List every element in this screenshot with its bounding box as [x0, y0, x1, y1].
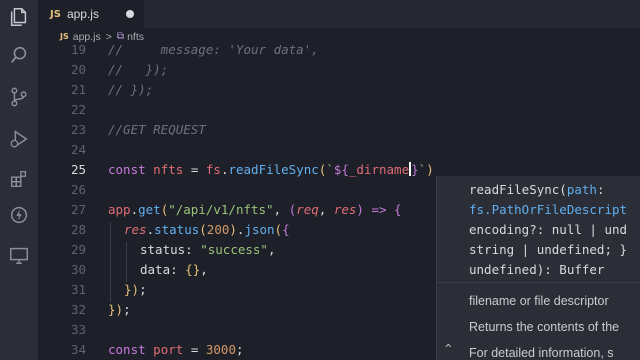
code-line-31: }); — [124, 282, 147, 297]
unsaved-dot-icon[interactable] — [126, 10, 134, 18]
indent-guide — [110, 222, 111, 302]
doc-line: filename or file descriptor — [469, 294, 609, 308]
line-number: 32 — [70, 302, 86, 317]
signature-line: string | undefined; } — [469, 242, 628, 257]
code-line-34: const port = 3000; — [108, 342, 244, 357]
variable-symbol-icon: ⧉ — [116, 31, 125, 42]
tab-label: app.js — [66, 7, 99, 21]
code-line-21: // }); — [108, 82, 154, 97]
breadcrumb-file[interactable]: app.js — [73, 31, 101, 43]
line-number: 20 — [70, 62, 86, 77]
line-number: 31 — [70, 282, 86, 297]
code-line-25: const nfts = fs.readFileSync(`${_dirname… — [108, 162, 434, 177]
line-number: 30 — [70, 262, 86, 277]
tab-bar: JS app.js — [38, 0, 640, 28]
tab-app-js[interactable]: JS app.js — [38, 0, 144, 28]
code-line-30: data: {}, — [140, 262, 208, 277]
hover-divider — [437, 282, 640, 283]
line-number: 22 — [70, 102, 86, 117]
javascript-file-icon: JS — [60, 32, 69, 41]
hover-tooltip[interactable]: readFileSync(path: fs.PathOrFileDescript… — [436, 176, 640, 360]
line-number: 27 — [70, 202, 86, 217]
line-number: 34 — [70, 342, 86, 357]
signature-line: fs.PathOrFileDescript — [469, 202, 628, 217]
signature-line: encoding?: null | und — [469, 222, 628, 237]
thunder-icon[interactable] — [0, 200, 38, 230]
line-number: 28 — [70, 222, 86, 237]
signature-line: undefined): Buffer — [469, 262, 605, 277]
remote-icon[interactable] — [0, 240, 38, 270]
files-icon[interactable] — [0, 2, 38, 32]
code-line-19: // message: 'Your data', — [108, 45, 319, 57]
line-number: 24 — [70, 142, 86, 157]
search-icon[interactable] — [0, 40, 38, 70]
line-number: 26 — [70, 182, 86, 197]
code-line-20: // }); — [108, 62, 169, 77]
breadcrumb: JS app.js > ⧉ nfts — [38, 28, 640, 45]
line-number: 33 — [70, 322, 86, 337]
line-number: 21 — [70, 82, 86, 97]
run-debug-icon[interactable] — [0, 124, 38, 154]
code-line-27: app.get("/api/v1/nfts", (req, res) => { — [108, 202, 402, 217]
indent-guide — [126, 242, 127, 282]
line-number: 23 — [70, 122, 86, 137]
line-number: 19 — [70, 45, 86, 57]
code-line-23: //GET REQUEST — [108, 122, 206, 137]
doc-line: For detailed information, s — [469, 346, 614, 360]
activity-bar — [0, 0, 38, 360]
signature-line: readFileSync(path: — [469, 182, 605, 197]
line-number: 29 — [70, 242, 86, 257]
breadcrumb-symbol[interactable]: nfts — [127, 31, 144, 43]
source-control-icon[interactable] — [0, 82, 38, 112]
code-line-29: status: "success", — [140, 242, 276, 257]
extensions-icon[interactable] — [0, 164, 38, 194]
breadcrumb-separator: > — [105, 30, 112, 43]
expand-chevron-icon[interactable]: ^ — [445, 342, 452, 355]
doc-line: Returns the contents of the — [469, 320, 620, 334]
code-line-28: res.status(200).json({ — [124, 222, 290, 237]
code-line-32: }); — [108, 302, 131, 317]
javascript-file-icon: JS — [50, 8, 61, 20]
line-number-current: 25 — [70, 162, 86, 177]
